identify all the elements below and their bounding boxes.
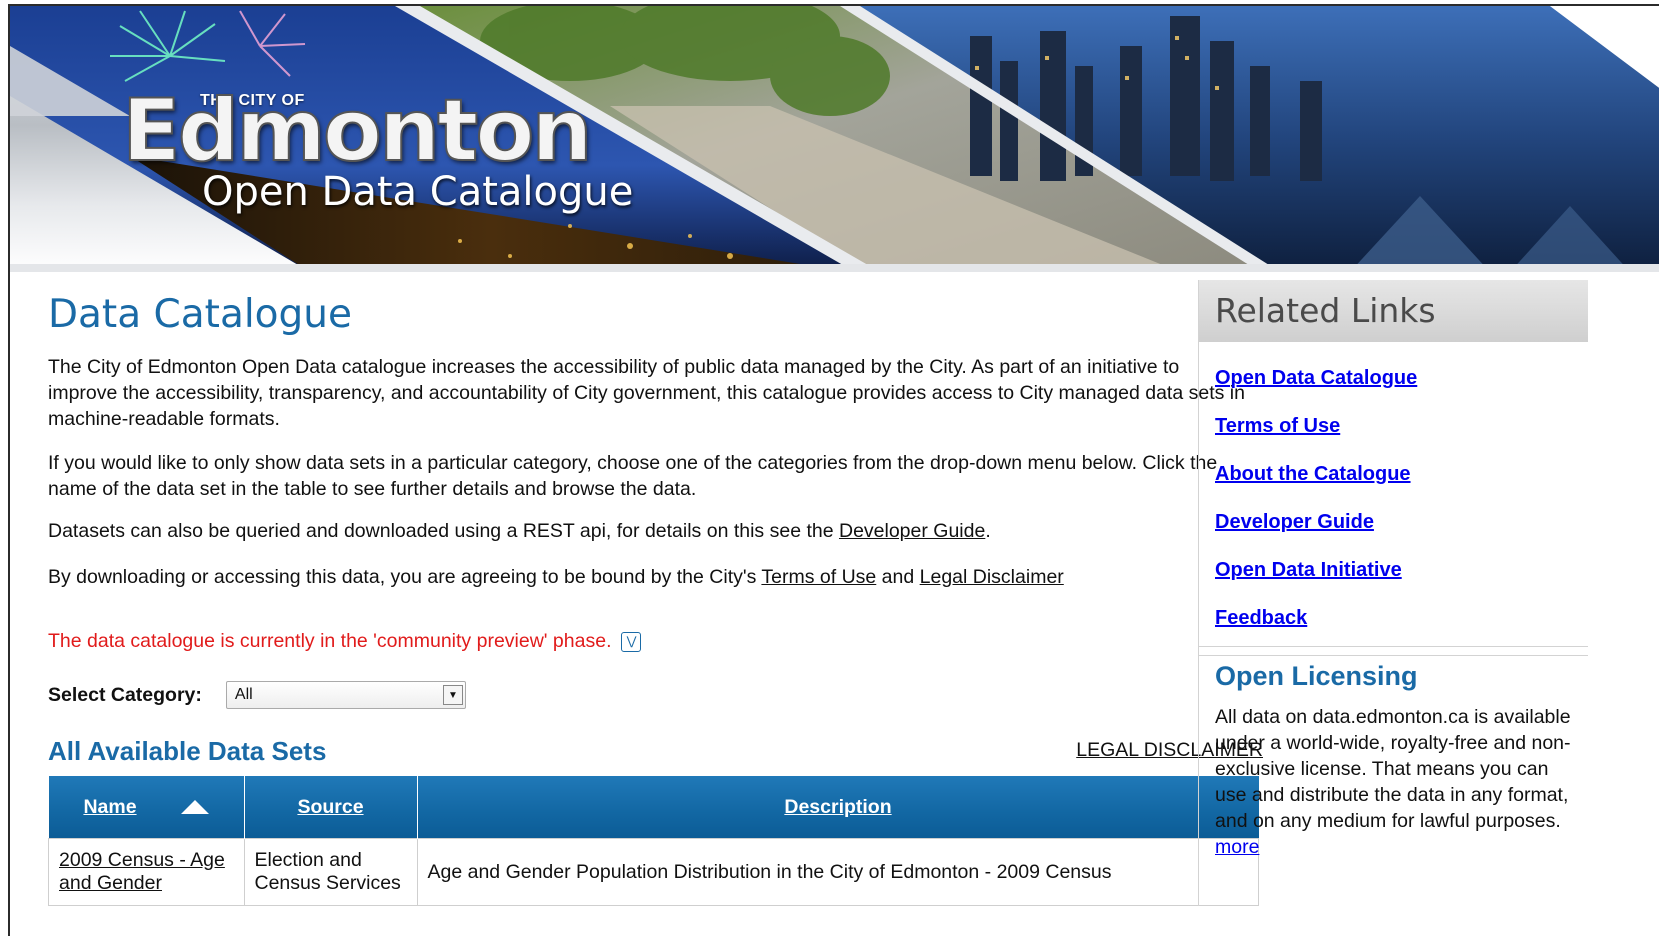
table-cell-source: Election and Census Services [243, 838, 418, 906]
api-text: Datasets can also be queried and downloa… [48, 520, 839, 542]
intro-paragraph: The City of Edmonton Open Data catalogue… [48, 356, 1245, 430]
browser-page: THE CITY OF Edmonton Open Data Catalogue… [8, 4, 1659, 936]
api-paragraph: Datasets can also be queried and downloa… [48, 518, 1248, 544]
description-header-label: Description [784, 795, 892, 818]
site-banner: THE CITY OF Edmonton Open Data Catalogue [10, 6, 1659, 272]
related-link-item: Open Data Catalogue [1215, 354, 1588, 402]
api-end: . [985, 520, 991, 542]
open-licensing-panel: Open Licensing All data on data.edmonton… [1198, 646, 1588, 906]
name-header-label: Name [83, 795, 137, 818]
table-cell-name: 2009 Census - Age and Gender [48, 838, 245, 906]
terms-of-use-link[interactable]: Terms of Use [761, 566, 876, 588]
related-link-item: About the Catalogue [1215, 450, 1588, 498]
terms-text: By downloading or accessing this data, y… [48, 566, 762, 588]
related-links-panel: Related Links Open Data Catalogue Terms … [1198, 280, 1588, 656]
table-row: 2009 Census - Age and Gender Election an… [48, 838, 1259, 906]
category-select[interactable]: All ▼ [225, 681, 466, 709]
related-link-open-data-catalogue[interactable]: Open Data Catalogue [1215, 367, 1417, 389]
related-links-title: Related Links [1199, 280, 1588, 342]
developer-guide-link[interactable]: Developer Guide [839, 520, 985, 542]
dataset-name-link[interactable]: 2009 Census - Age and Gender [59, 849, 225, 894]
logo-subtitle: Open Data Catalogue [202, 169, 634, 215]
category-select-row: Select Category: All ▼ [48, 681, 466, 709]
select-category-label: Select Category: [48, 683, 202, 706]
licensing-more-link[interactable]: more [1215, 836, 1259, 858]
category-help-paragraph: If you would like to only show data sets… [48, 452, 1218, 500]
terms-paragraph: By downloading or accessing this data, y… [48, 564, 1248, 590]
data-sets-title: All Available Data Sets [48, 736, 327, 766]
category-select-value: All [234, 686, 253, 703]
dropdown-arrow-icon[interactable]: ▼ [442, 685, 463, 705]
related-link-about-catalogue[interactable]: About the Catalogue [1215, 463, 1411, 485]
related-links-list: Open Data Catalogue Terms of Use About t… [1199, 354, 1588, 642]
legal-disclaimer-link[interactable]: Legal Disclaimer [920, 566, 1064, 588]
open-licensing-text: All data on data.edmonton.ca is availabl… [1215, 704, 1575, 860]
table-cell-description: Age and Gender Population Distribution i… [416, 838, 1259, 906]
related-link-feedback[interactable]: Feedback [1215, 607, 1307, 629]
sort-ascending-icon[interactable] [180, 800, 209, 815]
licensing-body: All data on data.edmonton.ca is availabl… [1215, 706, 1571, 832]
terms-and: and [876, 566, 920, 588]
name-column-header[interactable]: Name [48, 776, 245, 839]
related-link-terms-of-use[interactable]: Terms of Use [1215, 415, 1340, 437]
related-link-item: Terms of Use [1215, 402, 1588, 450]
logo-edmonton: Edmonton [121, 81, 594, 181]
preview-notice: The data catalogue is currently in the '… [48, 630, 642, 653]
source-column-header[interactable]: Source [244, 776, 418, 839]
page-title: Data Catalogue [48, 292, 353, 337]
data-sets-table: Name Source Description 2009 Census - Ag… [48, 776, 1259, 906]
description-column-header[interactable]: Description [417, 776, 1259, 839]
open-licensing-title: Open Licensing [1215, 661, 1418, 691]
related-link-developer-guide[interactable]: Developer Guide [1215, 511, 1374, 533]
related-link-item: Open Data Initiative [1215, 546, 1588, 594]
preview-notice-text: The data catalogue is currently in the '… [48, 630, 612, 652]
source-header-label: Source [297, 795, 364, 818]
related-link-open-data-initiative[interactable]: Open Data Initiative [1215, 559, 1402, 581]
related-link-item: Feedback [1215, 594, 1588, 642]
table-header-row: Name Source Description [48, 776, 1259, 839]
expand-chevron-icon[interactable]: ⋁ [621, 631, 642, 652]
related-link-item: Developer Guide [1215, 498, 1588, 546]
